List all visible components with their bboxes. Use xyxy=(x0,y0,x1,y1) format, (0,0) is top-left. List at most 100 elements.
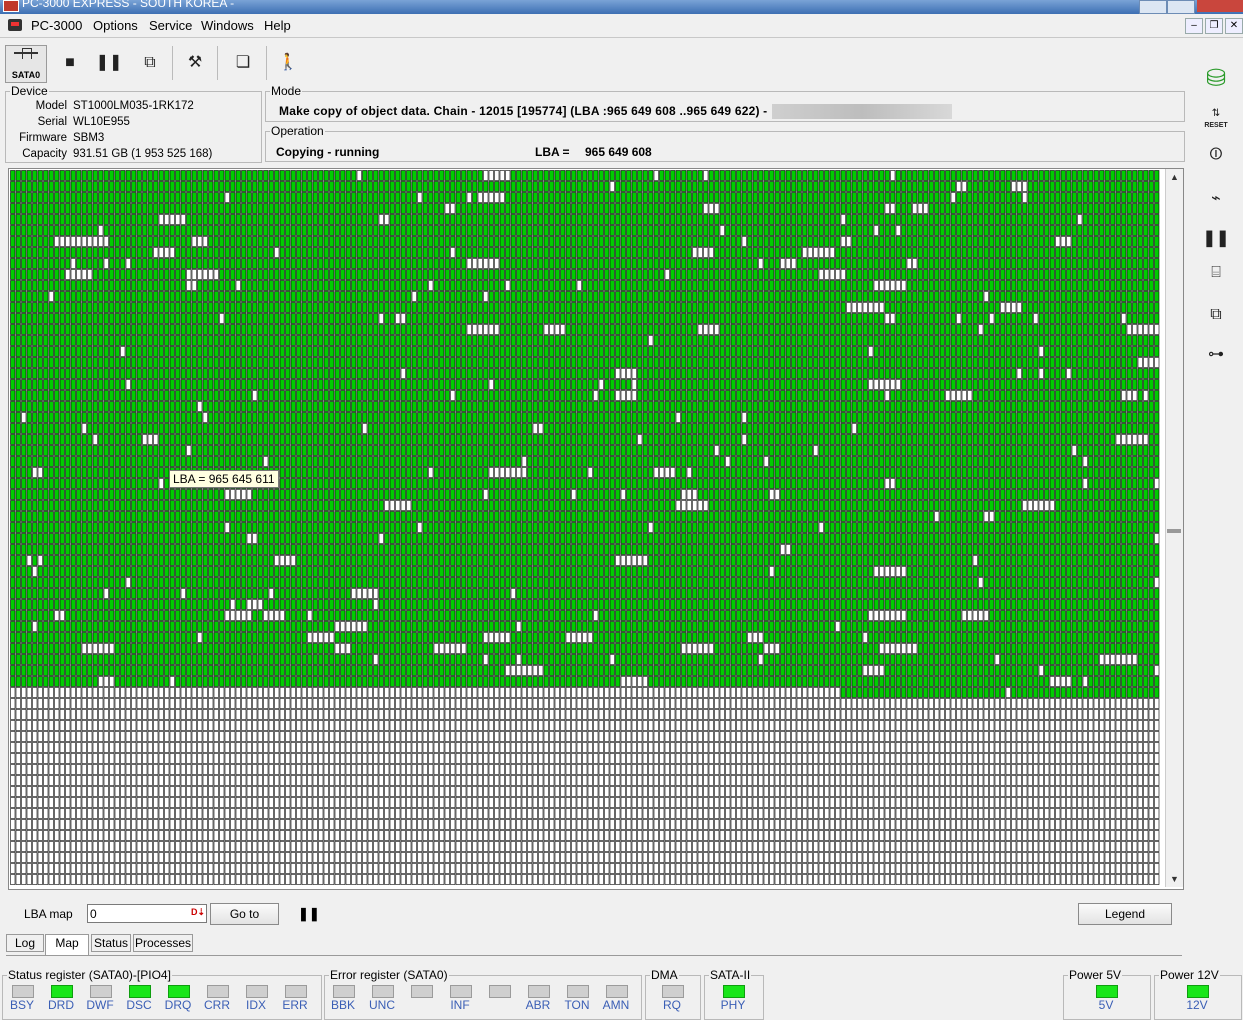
menu-service[interactable]: Service xyxy=(149,18,192,33)
stop-icon[interactable]: ■ xyxy=(53,46,87,80)
map-block-read xyxy=(417,313,423,324)
map-block-read xyxy=(906,313,912,324)
map-block-read xyxy=(681,357,687,368)
map-block-read xyxy=(114,379,120,390)
map-block-read xyxy=(257,258,263,269)
map-block-read xyxy=(235,170,241,181)
map-block-read xyxy=(516,247,522,258)
close-window-icon[interactable] xyxy=(1197,0,1243,12)
map-block-read xyxy=(477,203,483,214)
map-block-read xyxy=(351,192,357,203)
pause-icon[interactable]: ❚❚ xyxy=(92,46,126,80)
map-block-read xyxy=(1027,346,1033,357)
export-icon[interactable]: ⧉ xyxy=(133,46,167,80)
map-block-read xyxy=(648,214,654,225)
map-block-read xyxy=(895,247,901,258)
map-block-read xyxy=(230,368,236,379)
map-block-read xyxy=(230,269,236,280)
map-block-read xyxy=(1060,412,1066,423)
map-block-read xyxy=(950,324,956,335)
map-block-read xyxy=(615,302,621,313)
menu-app[interactable]: PC-3000 xyxy=(31,18,82,33)
map-block-read xyxy=(615,291,621,302)
map-block-read xyxy=(224,291,230,302)
map-block-read xyxy=(758,269,764,280)
mdi-minimize-icon[interactable]: – xyxy=(1185,18,1203,34)
map-block-read xyxy=(945,203,951,214)
map-block-read xyxy=(483,247,489,258)
map-block-read xyxy=(829,390,835,401)
map-block-read xyxy=(725,390,731,401)
map-block-read xyxy=(862,412,868,423)
map-block-read xyxy=(741,423,747,434)
map-block-read xyxy=(230,346,236,357)
map-block-read xyxy=(65,225,71,236)
map-block-read xyxy=(114,412,120,423)
map-block-read xyxy=(323,170,329,181)
map-block-read xyxy=(48,357,54,368)
map-block-read xyxy=(978,313,984,324)
map-block-read xyxy=(334,390,340,401)
map-block-read xyxy=(659,335,665,346)
map-block-read xyxy=(1143,181,1149,192)
map-block-read xyxy=(1005,203,1011,214)
windows-icon[interactable]: ❏ xyxy=(226,46,260,80)
map-block-read xyxy=(725,247,731,258)
map-block-read xyxy=(180,401,186,412)
map-block-read xyxy=(1044,335,1050,346)
map-block-read xyxy=(538,269,544,280)
map-block-read xyxy=(164,379,170,390)
map-block-read xyxy=(312,258,318,269)
lba-map-grid[interactable] xyxy=(10,170,1162,886)
menu-help[interactable]: Help xyxy=(264,18,291,33)
map-block-read xyxy=(840,335,846,346)
map-block-read xyxy=(235,291,241,302)
map-block-read xyxy=(736,170,742,181)
map-block-read xyxy=(598,313,604,324)
map-block-pending xyxy=(213,269,219,280)
map-block-read xyxy=(961,280,967,291)
map-block-read xyxy=(873,335,879,346)
mdi-restore-icon[interactable]: ❐ xyxy=(1205,18,1223,34)
map-block-read xyxy=(1104,269,1110,280)
menu-options[interactable]: Options xyxy=(93,18,138,33)
sata0-port-button[interactable]: SATA0 xyxy=(5,45,47,83)
minimize-window-icon[interactable] xyxy=(1139,0,1167,14)
map-block-read xyxy=(851,313,857,324)
map-block-read xyxy=(1132,214,1138,225)
map-block-read xyxy=(824,302,830,313)
tools-icon[interactable]: ⚒ xyxy=(178,46,212,80)
map-block-read xyxy=(780,280,786,291)
map-block-pending xyxy=(450,247,456,258)
map-block-read xyxy=(1071,302,1077,313)
map-block-read xyxy=(1027,357,1033,368)
map-block-read xyxy=(345,203,351,214)
map-block-read xyxy=(450,423,456,434)
map-block-read xyxy=(400,291,406,302)
map-block-read xyxy=(153,225,159,236)
map-block-read xyxy=(417,302,423,313)
map-block-read xyxy=(538,247,544,258)
map-block-read xyxy=(153,258,159,269)
menu-windows[interactable]: Windows xyxy=(201,18,254,33)
map-block-read xyxy=(285,214,291,225)
map-block-read xyxy=(994,335,1000,346)
device-capacity-value: 931.51 GB (1 953 525 168) xyxy=(73,148,213,160)
map-block-read xyxy=(659,313,665,324)
map-block-read xyxy=(538,258,544,269)
map-block-read xyxy=(246,258,252,269)
device-firmware-row: Firmware SBM3 xyxy=(7,132,104,144)
map-block-read xyxy=(532,225,538,236)
mdi-close-icon[interactable]: ✕ xyxy=(1225,18,1243,34)
maximize-window-icon[interactable] xyxy=(1167,0,1195,14)
map-block-pending xyxy=(868,302,874,313)
map-block-read xyxy=(598,401,604,412)
map-block-read xyxy=(758,412,764,423)
map-block-read xyxy=(868,214,874,225)
map-block-read xyxy=(653,214,659,225)
map-block-read xyxy=(1115,390,1121,401)
map-block-read xyxy=(857,203,863,214)
map-block-read xyxy=(461,291,467,302)
map-block-read xyxy=(389,170,395,181)
map-block-read xyxy=(131,192,137,203)
